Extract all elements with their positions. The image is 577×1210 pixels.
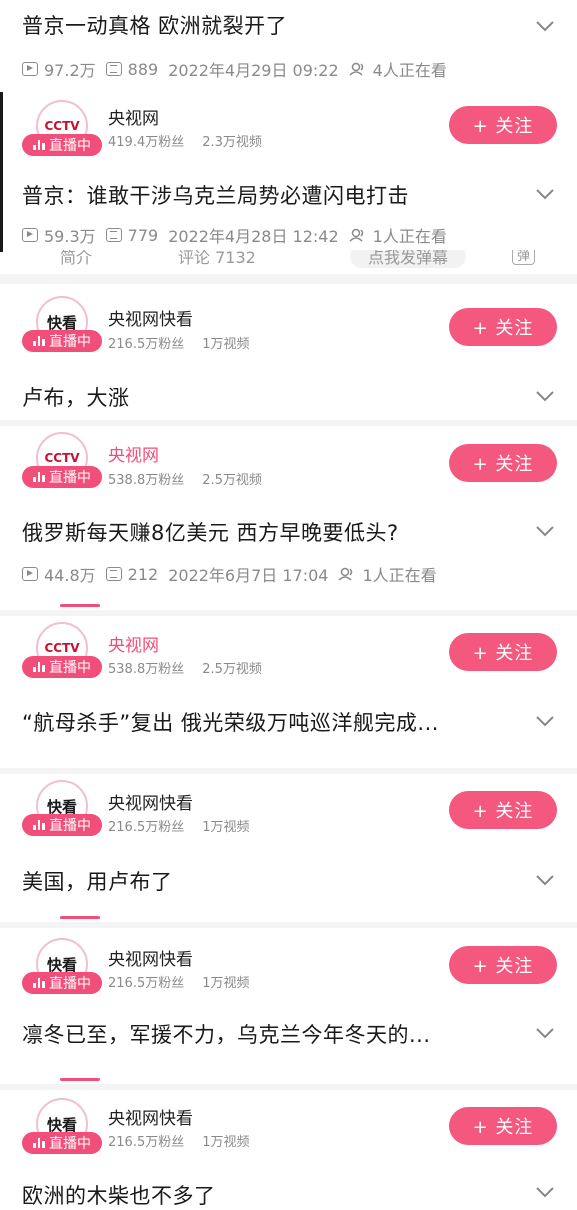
live-badge: 直播中 [22,656,102,678]
channel-avatar[interactable]: CCTV 直播中 [22,100,102,158]
chevron-down-icon[interactable] [533,1021,557,1045]
channel-meta: 538.8万粉丝 2.5万视频 [108,473,262,488]
channel-avatar[interactable]: 快看 直播中 [22,780,102,838]
section-divider [0,420,577,426]
left-edge-line [0,92,3,252]
follow-button[interactable]: + 关注 [449,106,557,144]
danmaku-input[interactable]: 点我发弹幕 [350,250,467,268]
video-title[interactable]: 美国，用卢布了 [22,866,173,896]
channel-meta: 538.8万粉丝 2.5万视频 [108,662,262,677]
people-icon [349,62,363,76]
live-badge: 直播中 [22,1132,102,1154]
channel-name[interactable]: 央视网快看 [108,1104,193,1129]
channel-meta: 216.5万粉丝 1万视频 [108,1135,250,1150]
chevron-down-icon[interactable] [533,384,557,408]
video-title[interactable]: 凛冬已至，军援不力，乌克兰今年冬天的... [22,1019,431,1049]
video-title[interactable]: 普京一动真格 欧洲就裂开了 [22,10,287,40]
follow-button[interactable]: + 关注 [449,1107,557,1145]
video-stats: 97.2万 889 2022年4月29日 09:22 4人正在看 [22,57,447,81]
chevron-down-icon[interactable] [533,709,557,733]
video-title[interactable]: 欧洲的木柴也不多了 [22,1180,216,1210]
video-title[interactable]: 卢布，大涨 [22,382,130,412]
channel-avatar[interactable]: CCTV 直播中 [22,622,102,680]
follow-button[interactable]: + 关注 [449,791,557,829]
follow-button[interactable]: + 关注 [449,444,557,482]
live-badge: 直播中 [22,972,102,994]
chevron-down-icon[interactable] [533,519,557,543]
live-bars-icon [33,662,45,672]
live-badge: 直播中 [22,814,102,836]
channel-avatar[interactable]: 快看 直播中 [22,296,102,354]
section-divider [0,610,577,616]
tab-indicator [60,916,100,919]
channel-name[interactable]: 央视网 [108,441,159,466]
list-icon [105,567,122,581]
follow-button[interactable]: + 关注 [449,946,557,984]
channel-name[interactable]: 央视网 [108,631,159,656]
section-divider [0,1084,577,1090]
list-icon [105,62,122,76]
live-bars-icon [33,140,45,150]
video-title[interactable]: 俄罗斯每天赚8亿美元 西方早晚要低头? [22,517,399,547]
chevron-down-icon[interactable] [533,182,557,206]
people-icon [349,228,363,242]
live-bars-icon [33,336,45,346]
channel-avatar[interactable]: 快看 直播中 [22,1098,102,1156]
video-title[interactable]: “航母杀手”复出 俄光荣级万吨巡洋舰完成... [22,707,439,737]
play-icon [22,62,38,76]
follow-button[interactable]: + 关注 [449,633,557,671]
chevron-down-icon[interactable] [533,868,557,892]
play-icon [22,567,38,581]
section-divider [0,768,577,774]
people-icon [338,567,353,581]
video-stats: 59.3万 779 2022年4月28日 12:42 1人正在看 [22,223,447,247]
channel-meta: 216.5万粉丝 1万视频 [108,337,250,352]
danmaku-toggle[interactable]: 弹 [512,250,536,265]
tab-comments[interactable]: 评论 7132 [178,250,256,268]
channel-name[interactable]: 央视网快看 [108,945,193,970]
tab-intro[interactable]: 简介 [60,250,92,268]
live-bars-icon [33,1138,45,1148]
channel-avatar[interactable]: CCTV 直播中 [22,432,102,490]
channel-name[interactable]: 央视网快看 [108,789,193,814]
live-bars-icon [33,978,45,988]
video-stats: 44.8万 212 2022年6月7日 17:04 1人正在看 [22,562,437,586]
live-bars-icon [33,472,45,482]
list-icon [105,228,122,242]
section-divider [0,922,577,928]
live-badge: 直播中 [22,466,102,488]
channel-name[interactable]: 央视网快看 [108,305,193,330]
channel-meta: 216.5万粉丝 1万视频 [108,820,250,835]
follow-button[interactable]: + 关注 [449,308,557,346]
live-bars-icon [33,820,45,830]
tab-indicator [60,604,100,607]
live-badge: 直播中 [22,330,102,352]
section-divider [0,274,577,284]
channel-meta: 419.4万粉丝 2.3万视频 [108,135,262,150]
chevron-down-icon[interactable] [533,1180,557,1204]
tab-indicator [60,1078,100,1081]
channel-avatar[interactable]: 快看 直播中 [22,938,102,996]
channel-meta: 216.5万粉丝 1万视频 [108,976,250,991]
play-icon [22,228,38,242]
channel-name[interactable]: 央视网 [108,104,159,129]
live-badge: 直播中 [22,134,102,156]
tab-row: 简介 评论 7132 点我发弹幕 弹 [0,250,577,272]
video-title[interactable]: 普京：谁敢干涉乌克兰局势必遭闪电打击 [22,180,409,210]
chevron-down-icon[interactable] [533,14,557,38]
